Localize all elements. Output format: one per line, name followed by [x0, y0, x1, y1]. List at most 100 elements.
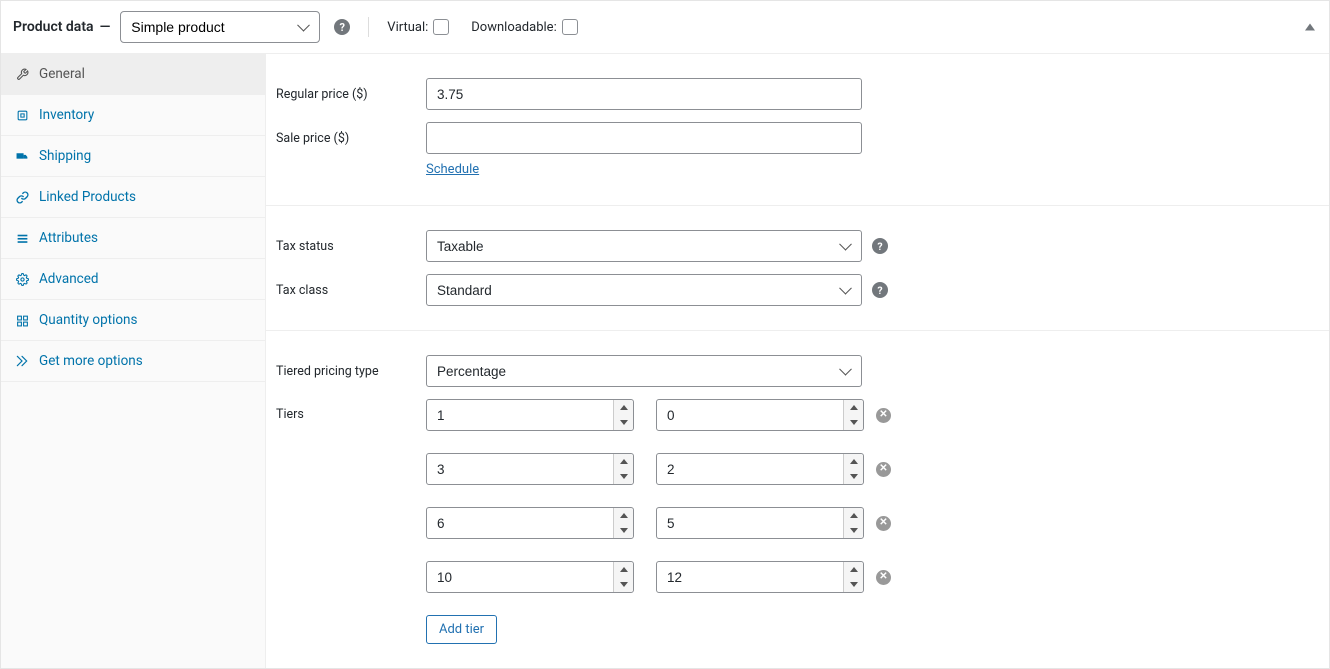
spinner-down-icon[interactable]: [614, 469, 633, 484]
tier-value-spinner-buttons: [843, 562, 863, 592]
tier-row: ✕: [426, 561, 891, 593]
sidebar-item-shipping[interactable]: Shipping: [1, 136, 265, 177]
downloadable-checkbox[interactable]: [562, 19, 578, 35]
tiers-wrap: ✕ ✕ ✕ ✕ Add tier: [426, 399, 891, 644]
product-data-panel: Product data — Simple product ? Virtual:…: [0, 0, 1330, 669]
sidebar-item-linked[interactable]: Linked Products: [1, 177, 265, 218]
linked-icon: [15, 190, 29, 204]
help-icon[interactable]: ?: [872, 238, 888, 254]
spinner-up-icon[interactable]: [844, 562, 863, 577]
spinner-down-icon[interactable]: [844, 523, 863, 538]
sale-price-row: Sale price ($): [266, 116, 1329, 160]
schedule-link[interactable]: Schedule: [426, 162, 479, 177]
virtual-checkbox[interactable]: [433, 19, 449, 35]
help-icon[interactable]: ?: [872, 282, 888, 298]
tax-status-row: Tax status Taxable ?: [266, 224, 1329, 268]
sidebar-item-attributes[interactable]: Attributes: [1, 218, 265, 259]
remove-tier-icon[interactable]: ✕: [876, 570, 891, 585]
tier-value-input[interactable]: [656, 399, 864, 431]
quantity-icon: [15, 313, 29, 327]
downloadable-checkbox-group: Downloadable:: [471, 19, 577, 35]
sidebar-item-label: Quantity options: [39, 312, 137, 328]
shipping-icon: [15, 149, 29, 163]
tier-value-spinner: [656, 561, 864, 593]
spinner-down-icon[interactable]: [614, 415, 633, 430]
tier-qty-input[interactable]: [426, 399, 634, 431]
tiered-type-select[interactable]: Percentage: [426, 355, 862, 387]
spinner-down-icon[interactable]: [844, 415, 863, 430]
tax-class-row: Tax class Standard ?: [266, 268, 1329, 312]
spinner-up-icon[interactable]: [614, 562, 633, 577]
tiered-type-label: Tiered pricing type: [276, 364, 426, 379]
tier-qty-spinner: [426, 453, 634, 485]
spinner-down-icon[interactable]: [614, 577, 633, 592]
sale-price-input[interactable]: [426, 122, 862, 154]
tier-value-spinner-buttons: [843, 508, 863, 538]
sidebar-item-advanced[interactable]: Advanced: [1, 259, 265, 300]
downloadable-label: Downloadable:: [471, 20, 556, 35]
more-icon: [15, 354, 29, 368]
general-icon: [15, 67, 29, 81]
sidebar-item-quantity[interactable]: Quantity options: [1, 300, 265, 341]
tier-row: ✕: [426, 399, 891, 431]
panel-title-prefix: Product data: [13, 19, 94, 35]
tax-status-label: Tax status: [276, 239, 426, 254]
remove-tier-icon[interactable]: ✕: [876, 516, 891, 531]
help-icon[interactable]: ?: [334, 19, 350, 35]
remove-tier-icon[interactable]: ✕: [876, 408, 891, 423]
tier-qty-input[interactable]: [426, 507, 634, 539]
virtual-checkbox-group: Virtual:: [387, 19, 449, 35]
remove-tier-icon[interactable]: ✕: [876, 462, 891, 477]
spinner-down-icon[interactable]: [844, 469, 863, 484]
sidebar-item-general[interactable]: General: [1, 54, 265, 95]
advanced-icon: [15, 272, 29, 286]
tier-row: ✕: [426, 507, 891, 539]
tier-value-spinner-buttons: [843, 454, 863, 484]
regular-price-label: Regular price ($): [276, 87, 426, 102]
tier-qty-input[interactable]: [426, 453, 634, 485]
sidebar-item-label: General: [39, 66, 85, 82]
tiers-row: Tiers ✕ ✕ ✕ ✕ Add tier: [266, 393, 1329, 650]
spinner-up-icon[interactable]: [614, 400, 633, 415]
tax-section: Tax status Taxable ? Tax class: [266, 206, 1329, 331]
tier-qty-spinner: [426, 507, 634, 539]
sidebar-item-label: Get more options: [39, 353, 143, 369]
sidebar-item-inventory[interactable]: Inventory: [1, 95, 265, 136]
add-tier-button[interactable]: Add tier: [426, 615, 497, 644]
tier-qty-spinner-buttons: [613, 400, 633, 430]
tier-qty-input[interactable]: [426, 561, 634, 593]
tier-qty-spinner-buttons: [613, 454, 633, 484]
spinner-down-icon[interactable]: [844, 577, 863, 592]
tiers-label: Tiers: [276, 399, 426, 422]
sidebar-item-label: Inventory: [39, 107, 94, 123]
panel-collapse-toggle-icon[interactable]: [1305, 24, 1315, 31]
panel-body: General Inventory Shipping Linked Products A…: [1, 54, 1329, 668]
tier-value-spinner: [656, 507, 864, 539]
spinner-up-icon[interactable]: [844, 508, 863, 523]
tier-value-spinner-buttons: [843, 400, 863, 430]
header-divider: [368, 17, 369, 37]
tier-value-input[interactable]: [656, 507, 864, 539]
tiered-type-row: Tiered pricing type Percentage: [266, 349, 1329, 393]
spinner-up-icon[interactable]: [614, 508, 633, 523]
spinner-down-icon[interactable]: [614, 523, 633, 538]
spinner-up-icon[interactable]: [614, 454, 633, 469]
sidebar-item-label: Linked Products: [39, 189, 136, 205]
side-tabs: General Inventory Shipping Linked Products A…: [1, 54, 266, 668]
spinner-up-icon[interactable]: [844, 400, 863, 415]
product-type-select[interactable]: Simple product: [120, 11, 320, 43]
virtual-label: Virtual:: [387, 20, 428, 35]
tax-status-select[interactable]: Taxable: [426, 230, 862, 262]
tax-class-select[interactable]: Standard: [426, 274, 862, 306]
spinner-up-icon[interactable]: [844, 454, 863, 469]
regular-price-input[interactable]: [426, 78, 862, 110]
panel-title-sep: —: [100, 19, 111, 35]
tier-value-input[interactable]: [656, 453, 864, 485]
tier-value-input[interactable]: [656, 561, 864, 593]
regular-price-row: Regular price ($): [266, 72, 1329, 116]
pricing-section: Regular price ($) Sale price ($) Schedul…: [266, 54, 1329, 206]
sidebar-item-label: Advanced: [39, 271, 99, 287]
tier-qty-spinner: [426, 561, 634, 593]
sidebar-item-more[interactable]: Get more options: [1, 341, 265, 382]
sidebar-item-label: Shipping: [39, 148, 91, 164]
